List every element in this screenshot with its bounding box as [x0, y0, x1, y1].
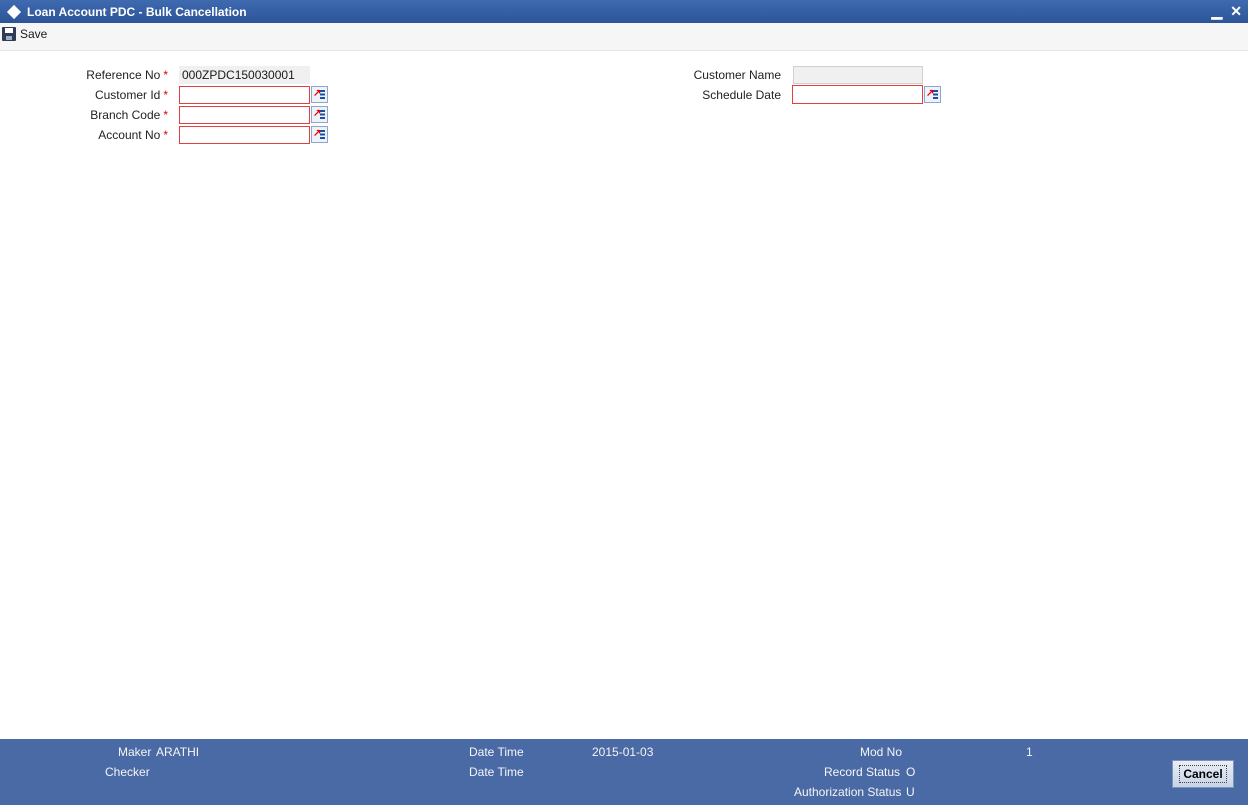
window-title-bar: Loan Account PDC - Bulk Cancellation ▁ ✕: [0, 0, 1248, 23]
branch-code-lookup-button[interactable]: ↗: [311, 106, 328, 123]
cancel-button[interactable]: Cancel: [1172, 760, 1234, 788]
minimize-button[interactable]: ▁: [1211, 1, 1222, 21]
checker-date-time-label: Date Time: [469, 765, 524, 779]
list-icon: [320, 130, 325, 139]
schedule-date-label: Schedule Date: [702, 88, 781, 102]
diamond-icon: [6, 4, 22, 19]
branch-code-input[interactable]: [179, 106, 310, 124]
mod-no-value: 1: [1026, 745, 1033, 759]
audit-footer: Maker ARATHI Checker Date Time 2015-01-0…: [0, 739, 1248, 805]
maker-value: ARATHI: [156, 745, 200, 759]
authorization-status-value: U: [906, 785, 915, 799]
maker-date-time-label: Date Time: [469, 745, 524, 759]
account-no-input[interactable]: [179, 126, 310, 144]
list-icon: [320, 90, 325, 99]
schedule-date-input[interactable]: [792, 85, 923, 104]
list-icon: [320, 110, 325, 119]
customer-id-lookup-button[interactable]: ↗: [311, 86, 328, 103]
reference-no-field: 000ZPDC150030001: [179, 66, 310, 84]
customer-name-field: [793, 66, 923, 84]
record-status-label: Record Status: [824, 765, 901, 779]
customer-id-label: Customer Id *: [94, 88, 168, 102]
customer-name-label: Customer Name: [693, 68, 781, 82]
branch-code-label: Branch Code *: [90, 108, 168, 122]
reference-no-label: Reference No *: [86, 68, 168, 82]
toolbar: Save: [0, 23, 1248, 51]
save-disk-icon: [2, 27, 16, 41]
save-button[interactable]: Save: [2, 27, 47, 41]
checker-label: Checker: [105, 765, 150, 779]
account-no-lookup-button[interactable]: ↗: [311, 126, 328, 143]
close-button[interactable]: ✕: [1230, 1, 1242, 21]
customer-id-input[interactable]: [179, 86, 310, 104]
account-no-label: Account No *: [98, 128, 168, 142]
maker-label: Maker: [118, 745, 152, 759]
mod-no-label: Mod No: [860, 745, 903, 759]
save-button-label: Save: [20, 27, 48, 41]
window-title: Loan Account PDC - Bulk Cancellation: [27, 4, 247, 19]
list-icon: [933, 90, 938, 99]
cancel-button-label: Cancel: [1179, 765, 1227, 783]
record-status-value: O: [906, 765, 916, 779]
schedule-date-picker-button[interactable]: ↗: [924, 86, 941, 103]
maker-date-time-value: 2015-01-03: [592, 745, 654, 759]
authorization-status-label: Authorization Status: [794, 785, 902, 799]
